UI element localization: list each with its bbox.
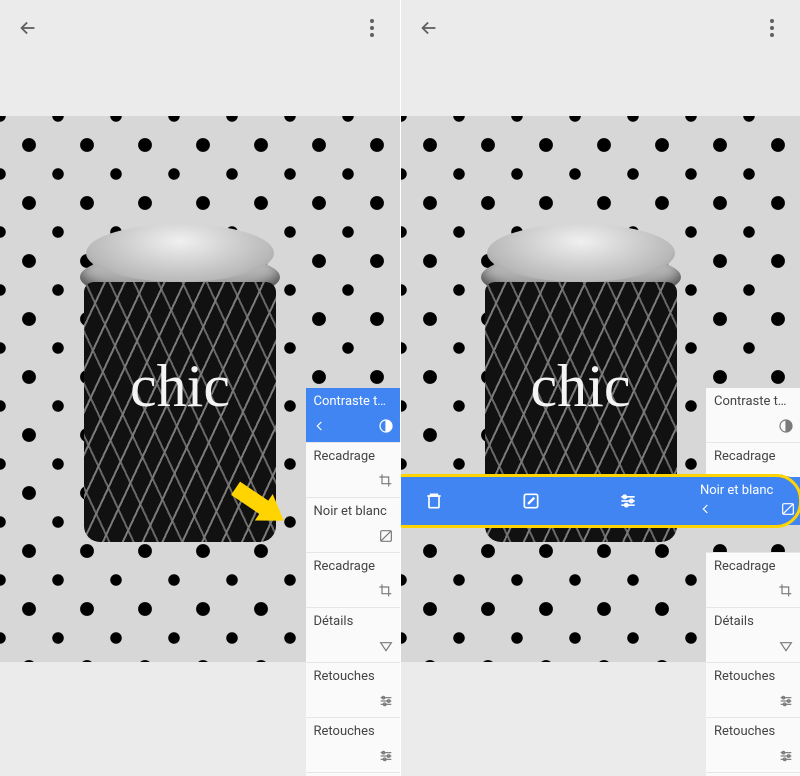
edit-step-recadrage[interactable]: Recadrage xyxy=(706,552,800,607)
black-white-icon xyxy=(378,528,394,548)
edit-step-label: Recadrage xyxy=(714,449,776,465)
edit-step-label: Recadrage xyxy=(714,559,776,575)
edit-step-label: Détails xyxy=(714,614,754,630)
app-bar xyxy=(401,0,800,56)
edit-step-noir-et-blanc-selected[interactable]: Noir et blanc xyxy=(692,477,800,525)
edit-step-label: Noir et blanc xyxy=(314,504,387,520)
edit-step-label: Retouches xyxy=(714,669,775,685)
edit-step-actions-toolbar xyxy=(400,477,708,525)
edit-stack: Contraste tonal Recadrage Noir et blanc … xyxy=(306,388,400,776)
tune-step-button[interactable] xyxy=(611,484,645,518)
chevron-left-icon xyxy=(698,501,714,521)
edit-step-recadrage[interactable]: Recadrage xyxy=(306,442,400,497)
edit-step-contraste-tonal[interactable]: Contraste tonal xyxy=(706,388,800,442)
edit-step-retouches[interactable]: Retouches xyxy=(306,717,400,772)
edit-step-label: Recadrage xyxy=(314,449,376,465)
crop-icon xyxy=(378,583,394,603)
edit-step-details[interactable]: Détails xyxy=(706,607,800,662)
back-button[interactable] xyxy=(12,12,44,44)
edit-stack: Contraste tonal Recadrage Recadrage Déta… xyxy=(706,388,800,776)
edit-step-noir-et-blanc[interactable]: Noir et blanc xyxy=(306,497,400,552)
details-icon xyxy=(778,638,794,658)
tune-icon xyxy=(378,693,394,713)
edit-step-label: Contraste tonal xyxy=(714,394,792,410)
edit-step-label: Détails xyxy=(314,614,354,630)
edit-step-label: Contraste tonal xyxy=(314,394,392,410)
black-white-icon xyxy=(780,501,796,521)
edit-step-button[interactable] xyxy=(514,484,548,518)
tune-icon xyxy=(378,748,394,768)
screen-before: chic Contraste tonal Recadrage Noir et b… xyxy=(0,0,400,776)
overflow-menu-button[interactable] xyxy=(756,12,788,44)
edit-step-label: Retouches xyxy=(314,669,375,685)
app-bar xyxy=(0,0,400,56)
edit-step-retouches[interactable]: Retouches xyxy=(306,662,400,717)
edit-step-retouches[interactable]: Retouches xyxy=(706,717,800,772)
edit-step-actions-highlight: Noir et blanc xyxy=(400,474,800,528)
overflow-menu-button[interactable] xyxy=(356,12,388,44)
edit-step-label: Noir et blanc xyxy=(700,483,773,498)
edit-step-retouches[interactable]: Retouches xyxy=(706,662,800,717)
edit-step-label: Retouches xyxy=(714,724,775,740)
edit-step-sans-filtre[interactable]: Sans filtre xyxy=(706,772,800,776)
delete-step-button[interactable] xyxy=(417,484,451,518)
tonal-contrast-icon xyxy=(778,418,794,438)
tune-icon xyxy=(778,693,794,713)
back-button[interactable] xyxy=(413,12,445,44)
tonal-contrast-icon xyxy=(378,418,394,438)
edit-step-label: Recadrage xyxy=(314,559,376,575)
crop-icon xyxy=(778,583,794,603)
edit-step-contraste-tonal[interactable]: Contraste tonal xyxy=(306,388,400,442)
screen-after: chic Contraste tonal Recadrage Recadrage… xyxy=(400,0,800,776)
edit-step-label: Retouches xyxy=(314,724,375,740)
vertical-ellipsis-icon xyxy=(770,19,774,37)
edit-step-sans-filtre[interactable]: Sans filtre xyxy=(306,772,400,776)
vertical-ellipsis-icon xyxy=(370,19,374,37)
chevron-left-icon xyxy=(312,418,328,438)
edit-step-recadrage[interactable]: Recadrage xyxy=(306,552,400,607)
details-icon xyxy=(378,638,394,658)
edit-step-details[interactable]: Détails xyxy=(306,607,400,662)
tune-icon xyxy=(778,748,794,768)
crop-icon xyxy=(378,473,394,493)
